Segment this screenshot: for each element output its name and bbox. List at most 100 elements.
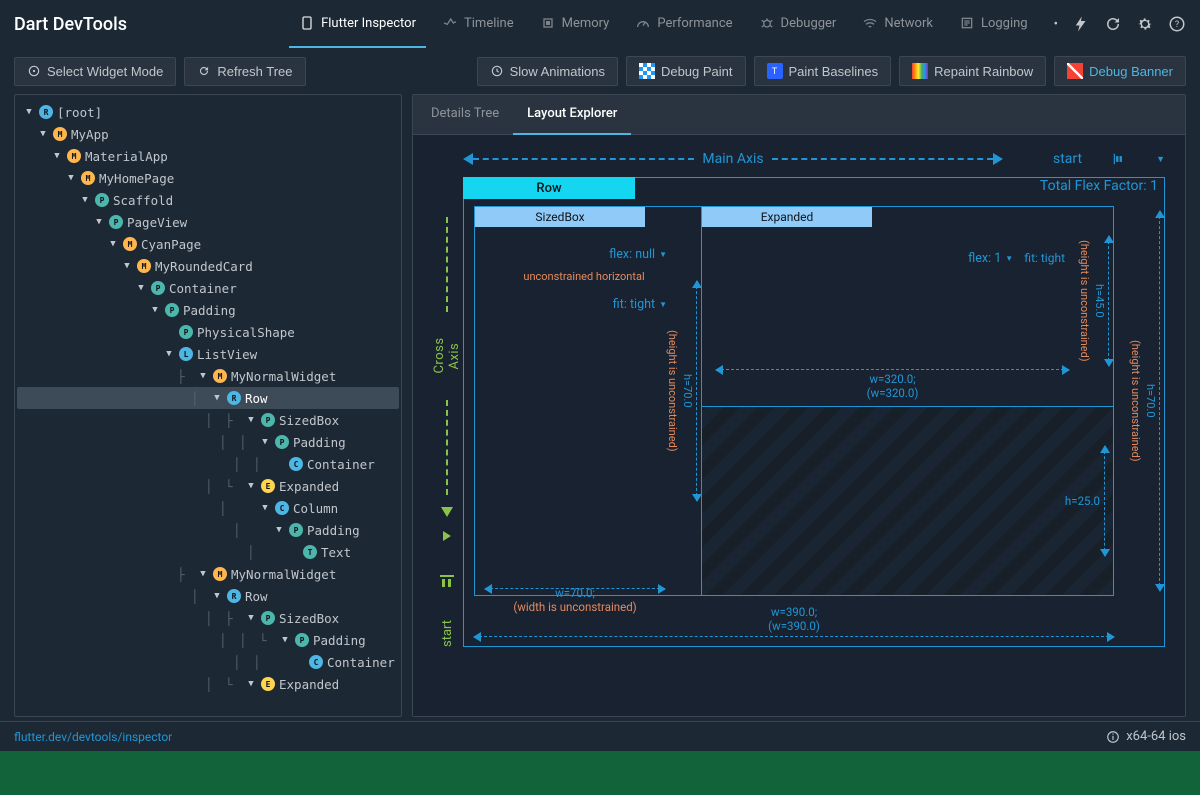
tree-node[interactable]: │├PSizedBox xyxy=(17,607,399,629)
chevron-down-icon[interactable] xyxy=(163,349,175,359)
tab-debugger[interactable]: Debugger xyxy=(749,0,847,48)
subtab-details-tree[interactable]: Details Tree xyxy=(417,95,513,135)
widget-badge: R xyxy=(227,589,241,603)
cross-align-icon[interactable] xyxy=(440,575,454,588)
chevron-down-icon[interactable] xyxy=(279,635,291,645)
tab-performance[interactable]: Performance xyxy=(625,0,742,48)
overflow-icon[interactable]: • xyxy=(1054,17,1058,32)
tree-node[interactable]: │ PPadding xyxy=(17,519,399,541)
widget-badge: C xyxy=(275,501,289,515)
widget-badge: M xyxy=(81,171,95,185)
bolt-icon[interactable] xyxy=(1072,15,1090,33)
widget-badge: M xyxy=(213,567,227,581)
tree-node[interactable]: │└EExpanded xyxy=(17,475,399,497)
repaint-rainbow-button[interactable]: Repaint Rainbow xyxy=(899,56,1046,86)
widget-badge: P xyxy=(275,435,289,449)
tree-node[interactable]: R[root] xyxy=(17,101,399,123)
widget-badge: M xyxy=(123,237,137,251)
info-icon xyxy=(1106,730,1120,744)
widget-label: Padding xyxy=(307,523,360,538)
chevron-down-icon[interactable] xyxy=(197,371,209,381)
tab-timeline[interactable]: Timeline xyxy=(432,0,524,48)
chevron-down-icon[interactable] xyxy=(79,195,91,205)
widget-badge: T xyxy=(303,545,317,559)
slow-animations-button[interactable]: Slow Animations xyxy=(477,57,618,86)
chevron-down-icon[interactable] xyxy=(245,613,257,623)
tree-node[interactable]: ├MMyNormalWidget xyxy=(17,563,399,585)
tree-node[interactable]: ││└PPadding xyxy=(17,629,399,651)
fit-dropdown-sizedbox[interactable]: fit: tight▼ xyxy=(497,295,671,314)
tree-node[interactable]: PPageView xyxy=(17,211,399,233)
chevron-down-icon[interactable] xyxy=(65,173,77,183)
debug-banner-button[interactable]: Debug Banner xyxy=(1054,56,1186,86)
tree-node[interactable]: PContainer xyxy=(17,277,399,299)
tree-node[interactable]: MMyHomePage xyxy=(17,167,399,189)
chevron-down-icon[interactable] xyxy=(245,679,257,689)
tree-node[interactable]: ├MMyNormalWidget xyxy=(17,365,399,387)
tab-network[interactable]: Network xyxy=(852,0,943,48)
widget-label: Padding xyxy=(293,435,346,450)
tree-node[interactable]: │├PSizedBox xyxy=(17,409,399,431)
select-widget-mode-button[interactable]: Select Widget Mode xyxy=(14,57,176,86)
widget-badge: E xyxy=(261,677,275,691)
chevron-down-icon[interactable] xyxy=(245,481,257,491)
tree-node[interactable]: M CyanPage xyxy=(17,233,399,255)
tree-node[interactable]: MMyRoundedCard xyxy=(17,255,399,277)
tree-node[interactable]: ││▼CContainer xyxy=(17,453,399,475)
chevron-down-icon[interactable] xyxy=(273,525,285,535)
gear-icon[interactable] xyxy=(1136,15,1154,33)
refresh-tree-button[interactable]: Refresh Tree xyxy=(184,57,305,86)
svg-text:?: ? xyxy=(1175,20,1179,30)
chevron-down-icon[interactable] xyxy=(135,283,147,293)
terminal-footer xyxy=(0,751,1200,795)
subtab-layout-explorer[interactable]: Layout Explorer xyxy=(513,95,631,135)
refresh-icon[interactable] xyxy=(1104,15,1122,33)
tree-node[interactable]: ▼PPhysicalShape xyxy=(17,321,399,343)
tree-node[interactable]: PScaffold xyxy=(17,189,399,211)
chevron-down-icon[interactable] xyxy=(121,261,133,271)
chevron-down-icon[interactable] xyxy=(259,503,271,513)
chevron-down-icon[interactable] xyxy=(107,239,119,249)
cross-alignment-dropdown[interactable]: start xyxy=(440,620,455,647)
widget-badge: C xyxy=(309,655,323,669)
widget-label: CyanPage xyxy=(141,237,201,252)
widget-label: Scaffold xyxy=(113,193,173,208)
main-alignment-dropdown[interactable]: start ▼ xyxy=(1053,151,1165,167)
chevron-down-icon[interactable] xyxy=(23,107,35,117)
debug-paint-button[interactable]: Debug Paint xyxy=(626,56,746,86)
chevron-down-icon[interactable] xyxy=(51,151,63,161)
tab-logging[interactable]: Logging xyxy=(949,0,1038,48)
chevron-down-icon[interactable] xyxy=(245,415,257,425)
chevron-down-icon[interactable] xyxy=(211,591,223,601)
tree-node[interactable]: ││ ▼CContainer xyxy=(17,651,399,673)
widget-label: Container xyxy=(307,457,375,472)
tree-node[interactable]: PPadding xyxy=(17,299,399,321)
tree-node[interactable]: │RRow xyxy=(17,387,399,409)
tree-node[interactable]: MMaterialApp xyxy=(17,145,399,167)
help-icon[interactable]: ? xyxy=(1168,15,1186,33)
tree-node[interactable]: │ ▼TText xyxy=(17,541,399,563)
chevron-down-icon[interactable] xyxy=(37,129,49,139)
tree-node[interactable]: │└EExpanded xyxy=(17,673,399,695)
chevron-down-icon[interactable] xyxy=(259,437,271,447)
tab-flutter-inspector[interactable]: Flutter Inspector xyxy=(289,0,426,48)
chevron-down-icon[interactable] xyxy=(93,217,105,227)
paint-baselines-button[interactable]: T Paint Baselines xyxy=(754,56,892,86)
align-start-icon xyxy=(1112,152,1126,166)
widget-tree[interactable]: R[root]MMyAppMMaterialAppMMyHomePagePSca… xyxy=(14,94,402,717)
tree-node[interactable]: MMyApp xyxy=(17,123,399,145)
chevron-down-icon[interactable] xyxy=(211,393,223,403)
chevron-down-icon[interactable] xyxy=(149,305,161,315)
widget-badge: P xyxy=(289,523,303,537)
docs-link[interactable]: flutter.dev/devtools/inspector xyxy=(14,730,172,744)
tree-node[interactable]: │RRow xyxy=(17,585,399,607)
chevron-down-icon[interactable] xyxy=(197,569,209,579)
layout-chart: Row Total Flex Factor: 1 SizedBox flex: … xyxy=(463,177,1165,647)
flex-dropdown-sizedbox[interactable]: flex: null▼ xyxy=(497,245,671,264)
widget-label: SizedBox xyxy=(279,413,339,428)
tab-memory[interactable]: Memory xyxy=(530,0,620,48)
flex-dropdown-expanded[interactable]: flex: 1▼ xyxy=(964,249,1017,268)
tree-node[interactable]: │ CColumn xyxy=(17,497,399,519)
tree-node[interactable]: LListView xyxy=(17,343,399,365)
tree-node[interactable]: ││PPadding xyxy=(17,431,399,453)
